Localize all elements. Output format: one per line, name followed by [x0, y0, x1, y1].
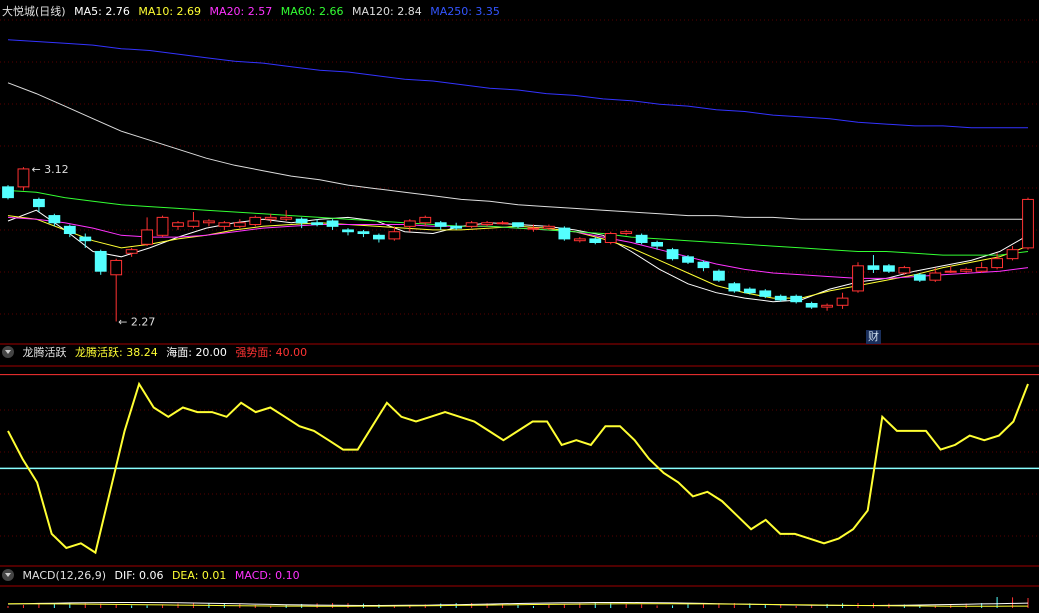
- high-price-label: ← 3.12: [31, 163, 68, 176]
- candle-down: [743, 288, 756, 294]
- candle-down: [48, 215, 61, 224]
- candle-up: [481, 222, 494, 226]
- candle-up: [264, 216, 277, 220]
- candle-down: [512, 222, 524, 227]
- candle-up: [929, 272, 942, 281]
- candle-down: [79, 236, 92, 242]
- candle-up: [203, 220, 215, 224]
- candle-up: [249, 216, 262, 226]
- candle-down: [63, 225, 76, 235]
- candle-down: [342, 229, 354, 233]
- candle-down: [651, 241, 664, 247]
- qiangshi-label: 强势面: 40.00: [235, 346, 308, 359]
- ma60-label: MA60: 2.66: [280, 5, 344, 18]
- candle-down: [697, 261, 710, 269]
- candle-down: [558, 227, 571, 240]
- financial-report-marker[interactable]: 财: [866, 330, 881, 344]
- candle-up: [836, 297, 849, 306]
- candle-up: [125, 249, 138, 254]
- candle-up: [960, 268, 973, 272]
- candle-down: [666, 249, 679, 260]
- candle-up: [280, 216, 293, 220]
- candle-up: [991, 258, 1004, 269]
- ma5-label: MA5: 2.76: [74, 5, 130, 18]
- macd-legend: MACD(12,26,9) DIF: 0.06 DEA: 0.01 MACD: …: [2, 568, 305, 584]
- candle-up: [17, 168, 30, 188]
- candle-down: [682, 256, 694, 263]
- candle-down: [33, 198, 45, 208]
- candle-down: [311, 222, 324, 226]
- candle-up: [465, 222, 478, 227]
- candle-up: [527, 227, 540, 230]
- collapse-icon[interactable]: [2, 346, 14, 358]
- candle-up: [187, 220, 200, 227]
- candle-down: [867, 265, 880, 270]
- haimian-label: 海面: 20.00: [166, 346, 227, 359]
- candle-down: [805, 302, 818, 308]
- candle-up: [543, 225, 555, 229]
- dea-label: DEA: 0.01: [171, 569, 227, 582]
- candle-down: [295, 218, 308, 224]
- candle-up: [821, 304, 834, 308]
- candle-up: [496, 222, 509, 225]
- candle-down: [790, 295, 803, 303]
- stock-chart[interactable]: ← 3.12 ← 2.27: [0, 0, 1039, 613]
- candle-down: [326, 220, 339, 227]
- candle-up: [944, 270, 957, 273]
- candle-down: [728, 283, 741, 292]
- dif-label: DIF: 0.06: [114, 569, 164, 582]
- candle-down: [2, 186, 14, 199]
- candle-down: [450, 225, 463, 229]
- candle-down: [713, 270, 725, 281]
- chart-title: 大悦城(日线): [2, 5, 66, 18]
- candle-up: [1006, 249, 1019, 260]
- main-legend: 大悦城(日线) MA5: 2.76 MA10: 2.69 MA20: 2.57 …: [2, 4, 505, 20]
- candle-down: [434, 222, 447, 227]
- candle-up: [141, 229, 154, 245]
- candle-down: [913, 274, 926, 281]
- candle-up: [419, 216, 432, 224]
- candle-up: [218, 222, 231, 227]
- candle-up: [156, 216, 169, 236]
- candle-up: [172, 222, 184, 227]
- candle-up: [852, 265, 864, 292]
- candle-down: [589, 238, 602, 243]
- candle-up: [975, 267, 988, 272]
- ma-line-ma120: [7, 82, 1028, 220]
- candle-up: [403, 220, 416, 227]
- candle-down: [883, 265, 895, 272]
- ma20-label: MA20: 2.57: [209, 5, 273, 18]
- candle-up: [233, 222, 246, 227]
- candle-down: [635, 234, 648, 243]
- candle-up: [110, 259, 123, 276]
- ma10-label: MA10: 2.69: [138, 5, 202, 18]
- ma120-label: MA120: 2.84: [351, 5, 422, 18]
- candle-up: [1022, 198, 1034, 249]
- longteng-label: 龙腾活跃: 38.24: [75, 346, 158, 359]
- candle-down: [94, 250, 107, 272]
- candle-down: [373, 234, 385, 240]
- low-price-label: ← 2.27: [118, 315, 155, 328]
- candle-down: [357, 231, 370, 235]
- candle-up: [388, 231, 401, 240]
- indicator-name: 龙腾活跃: [22, 346, 67, 359]
- candle-up: [620, 231, 633, 235]
- collapse-icon[interactable]: [2, 569, 14, 581]
- candle-up: [604, 233, 617, 243]
- macd-name: MACD(12,26,9): [22, 569, 107, 582]
- candle-up: [573, 238, 586, 242]
- macd-value-label: MACD: 0.10: [234, 569, 300, 582]
- ma250-label: MA250: 3.35: [430, 5, 500, 18]
- candle-down: [774, 295, 787, 301]
- ma-line-ma250: [7, 39, 1028, 129]
- indicator-legend: 龙腾活跃 龙腾活跃: 38.24 海面: 20.00 强势面: 40.00: [2, 345, 312, 361]
- candle-up: [898, 267, 911, 274]
- candle-down: [759, 290, 772, 297]
